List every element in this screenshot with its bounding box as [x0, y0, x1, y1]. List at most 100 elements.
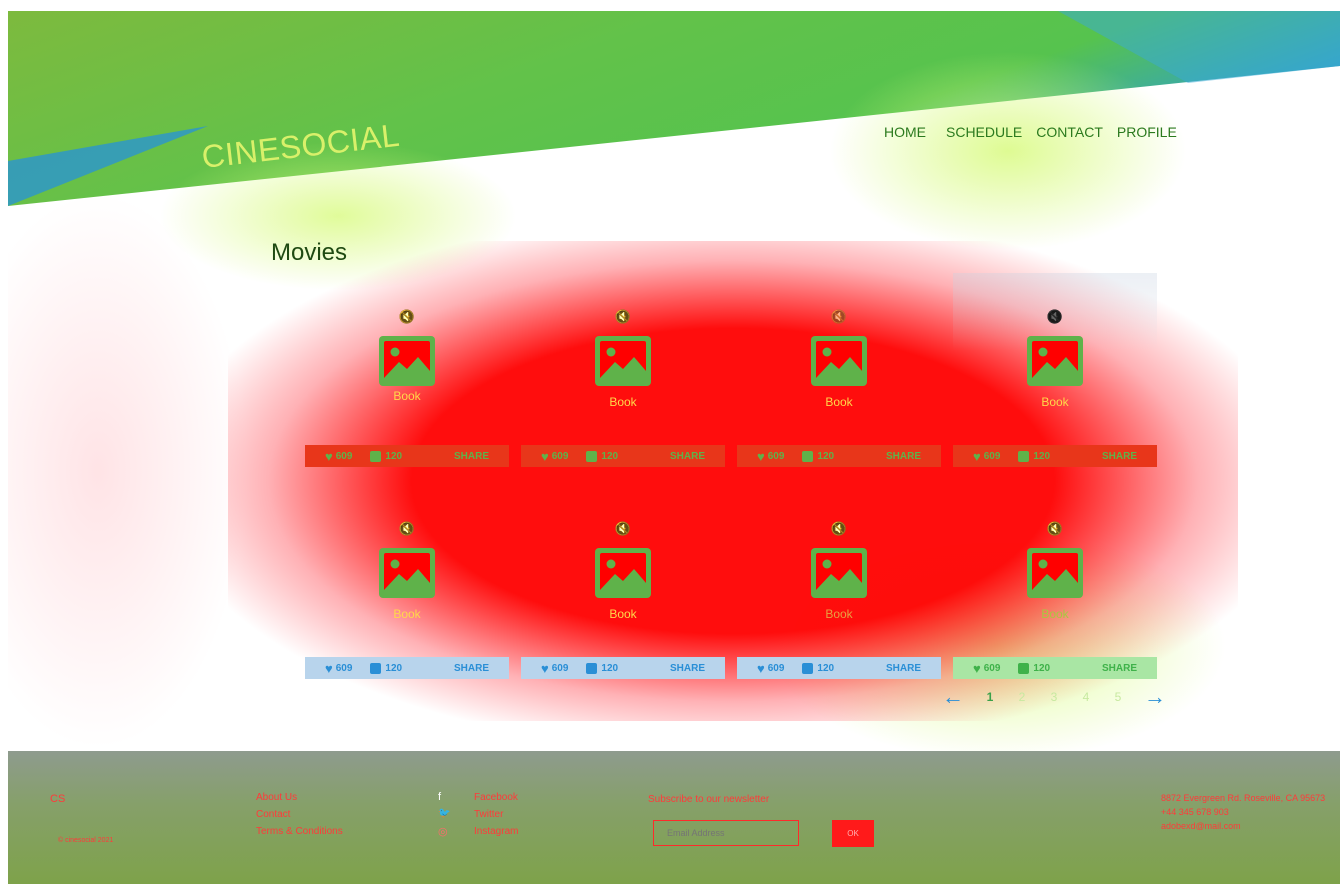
- card-action-bar: ♥ 609 120 SHARE: [521, 445, 725, 467]
- mute-icon[interactable]: 🔇: [399, 309, 415, 325]
- share-button[interactable]: SHARE: [1102, 451, 1137, 462]
- movie-card[interactable]: 🔇 Book ♥ 609 120 SHARE: [305, 273, 509, 467]
- footer-link-about[interactable]: About Us: [256, 792, 297, 803]
- card-action-bar: ♥ 609 120 SHARE: [305, 445, 509, 467]
- footer-link-terms[interactable]: Terms & Conditions: [256, 826, 343, 837]
- image-placeholder-icon: [595, 548, 651, 598]
- comment-count: 120: [385, 450, 403, 462]
- image-placeholder-icon: [811, 336, 867, 386]
- like-button[interactable]: ♥ 609: [325, 449, 352, 464]
- mute-icon[interactable]: 🔇: [399, 521, 415, 537]
- movie-card[interactable]: 🔇 Book ♥ 609 120 SHARE: [737, 273, 941, 467]
- like-button[interactable]: ♥ 609: [325, 661, 352, 676]
- nav-contact[interactable]: CONTACT: [1036, 124, 1103, 140]
- book-button[interactable]: Book: [825, 395, 852, 409]
- share-button[interactable]: SHARE: [886, 451, 921, 462]
- book-button[interactable]: Book: [393, 607, 420, 621]
- comment-count: 120: [601, 450, 619, 462]
- next-arrow-icon[interactable]: →: [1144, 686, 1166, 708]
- mute-icon[interactable]: 🔇: [831, 521, 847, 537]
- share-button[interactable]: SHARE: [670, 451, 705, 462]
- subscribe-button[interactable]: OK: [832, 820, 874, 847]
- comment-button[interactable]: 120: [370, 662, 402, 674]
- social-twitter-link[interactable]: Twitter: [474, 809, 503, 820]
- share-button[interactable]: SHARE: [454, 663, 489, 674]
- like-button[interactable]: ♥ 609: [757, 661, 784, 676]
- movie-card[interactable]: 🔇 Book ♥ 609 120 SHARE: [737, 485, 941, 679]
- like-button[interactable]: ♥ 609: [541, 661, 568, 676]
- contact-address: 8872 Evergreen Rd. Roseville, CA 95673: [1161, 793, 1326, 803]
- share-button[interactable]: SHARE: [454, 451, 489, 462]
- comment-count: 120: [1033, 662, 1051, 674]
- prev-arrow-icon[interactable]: ←: [942, 686, 964, 708]
- movie-card[interactable]: 🔇 Book ♥ 609 120 SHARE: [521, 273, 725, 467]
- main-nav: HOME SCHEDULE CONTACT PROFILE: [884, 124, 1177, 140]
- image-placeholder-icon: [379, 336, 435, 386]
- like-button[interactable]: ♥ 609: [757, 449, 784, 464]
- book-button[interactable]: Book: [1041, 395, 1068, 409]
- nav-profile[interactable]: PROFILE: [1117, 124, 1177, 140]
- page-1[interactable]: 1: [974, 690, 1006, 704]
- mute-icon[interactable]: 🔇: [615, 521, 631, 537]
- card-action-bar: ♥ 609 120 SHARE: [521, 657, 725, 679]
- like-count: 609: [551, 450, 569, 462]
- footer-logo[interactable]: CS: [50, 793, 65, 805]
- page-3[interactable]: 3: [1038, 690, 1070, 704]
- contact-phone: +44 345 678 903: [1161, 807, 1229, 817]
- comment-button[interactable]: 120: [802, 662, 834, 674]
- instagram-icon[interactable]: ◎: [438, 825, 448, 838]
- movie-card[interactable]: 🔇 Book ♥ 609 120 SHARE: [953, 485, 1157, 679]
- heart-icon: ♥: [541, 660, 549, 676]
- nav-schedule[interactable]: SCHEDULE: [946, 124, 1022, 140]
- book-button[interactable]: Book: [393, 389, 420, 403]
- comment-count: 120: [817, 450, 835, 462]
- book-button[interactable]: Book: [609, 395, 636, 409]
- heart-icon: ♥: [541, 448, 549, 464]
- comment-button[interactable]: 120: [1018, 662, 1051, 674]
- share-button[interactable]: SHARE: [670, 663, 705, 674]
- comment-button[interactable]: 120: [802, 450, 835, 462]
- comment-button[interactable]: 120: [1018, 450, 1050, 462]
- like-count: 609: [335, 662, 353, 674]
- comment-button[interactable]: 120: [370, 450, 403, 462]
- email-input[interactable]: [653, 820, 799, 846]
- share-button[interactable]: SHARE: [1102, 663, 1137, 674]
- twitter-icon[interactable]: 🐦: [438, 808, 450, 819]
- facebook-icon[interactable]: f: [438, 791, 441, 803]
- page-2[interactable]: 2: [1006, 690, 1038, 704]
- contact-email[interactable]: adobexd@mail.com: [1161, 821, 1241, 831]
- social-instagram-link[interactable]: Instagram: [474, 826, 518, 837]
- mute-icon[interactable]: 🔇: [1047, 521, 1063, 537]
- image-placeholder-icon: [811, 548, 867, 598]
- page-4[interactable]: 4: [1070, 690, 1102, 704]
- share-button[interactable]: SHARE: [886, 663, 921, 674]
- like-button[interactable]: ♥ 609: [541, 449, 568, 464]
- nav-home[interactable]: HOME: [884, 124, 926, 140]
- social-facebook-link[interactable]: Facebook: [474, 792, 518, 803]
- like-button[interactable]: ♥ 609: [973, 661, 1000, 676]
- card-action-bar: ♥ 609 120 SHARE: [953, 445, 1157, 467]
- comment-count: 120: [601, 662, 619, 674]
- comment-icon: [1018, 450, 1030, 462]
- comment-button[interactable]: 120: [586, 662, 619, 674]
- movie-card[interactable]: 🔇 Book ♥ 609 120 SHARE: [953, 273, 1157, 467]
- newsletter-heading: Subscribe to our newsletter: [648, 794, 770, 805]
- page-5[interactable]: 5: [1102, 690, 1134, 704]
- comment-icon: [586, 450, 598, 462]
- movie-card[interactable]: 🔇 Book ♥ 609 120 SHARE: [305, 485, 509, 679]
- image-placeholder-icon: [595, 336, 651, 386]
- movie-card[interactable]: 🔇 Book ♥ 609 120 SHARE: [521, 485, 725, 679]
- mute-icon[interactable]: 🔇: [1047, 309, 1063, 325]
- book-button[interactable]: Book: [1041, 607, 1068, 621]
- book-button[interactable]: Book: [609, 607, 636, 621]
- like-count: 609: [551, 662, 569, 674]
- comment-icon: [1018, 662, 1030, 674]
- like-button[interactable]: ♥ 609: [973, 449, 1000, 464]
- mute-icon[interactable]: 🔇: [615, 309, 631, 325]
- card-action-bar: ♥ 609 120 SHARE: [953, 657, 1157, 679]
- book-button[interactable]: Book: [825, 607, 852, 621]
- comment-button[interactable]: 120: [586, 450, 619, 462]
- mute-icon[interactable]: 🔇: [831, 309, 847, 325]
- heart-icon: ♥: [757, 660, 765, 676]
- footer-link-contact[interactable]: Contact: [256, 809, 290, 820]
